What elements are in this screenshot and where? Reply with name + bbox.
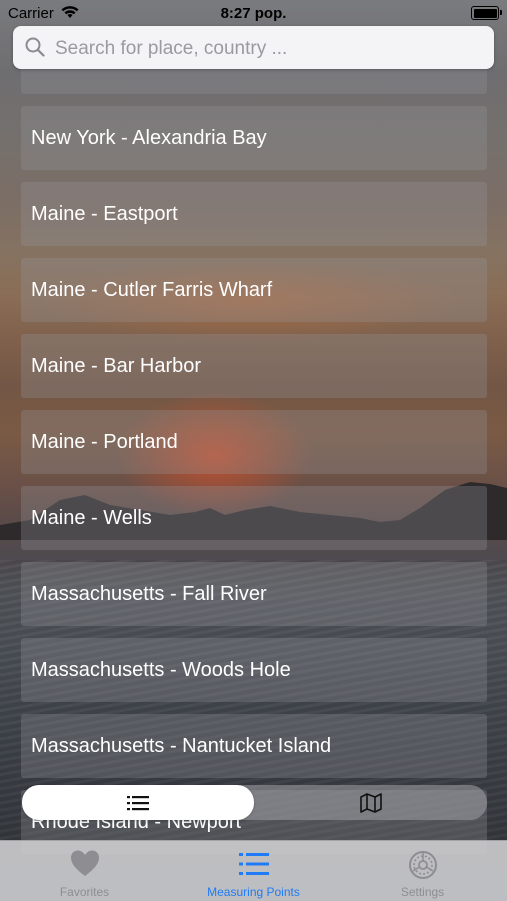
list-item-label: Maine - Bar Harbor (31, 354, 202, 377)
tab-measuring-points[interactable]: Measuring Points (169, 841, 338, 901)
clock: 8:27 pop. (220, 5, 287, 22)
list-item[interactable]: Maine - Cutler Farris Wharf (21, 258, 487, 322)
tab-settings[interactable]: Settings (338, 841, 507, 901)
list-item[interactable]: Maine - Portland (21, 410, 487, 474)
list-item-label: Massachusetts - Fall River (31, 582, 267, 605)
list-item-label: Maine - Cutler Farris Wharf (31, 278, 273, 301)
list-item[interactable]: Maine - Wells (21, 486, 487, 550)
list-item[interactable]: Massachusetts - Woods Hole (21, 638, 487, 702)
map-view-option[interactable] (255, 785, 487, 820)
list-item-label: Massachusetts - Nantucket Island (31, 734, 332, 757)
heart-icon (70, 850, 99, 876)
list-item[interactable]: Massachusetts - Nantucket Island (21, 714, 487, 778)
battery-icon (471, 6, 502, 20)
search-icon (25, 37, 45, 57)
list-item-label: Maine - Wells (31, 506, 152, 529)
tab-label: Measuring Points (207, 885, 300, 899)
list-view-option[interactable] (22, 785, 254, 820)
tab-label: Favorites (59, 885, 110, 899)
tab-bar: Favorites Measuring Points Settings (0, 840, 507, 901)
search-bar[interactable] (13, 26, 494, 71)
list-icon (238, 853, 269, 875)
map-icon (360, 792, 382, 813)
list-item-label: Massachusetts - Woods Hole (31, 658, 291, 681)
list-item[interactable]: New York - Alexandria Bay (21, 106, 487, 170)
gear-icon (408, 851, 437, 879)
list-item[interactable]: Maine - Eastport (21, 182, 487, 246)
list-item-label: Maine - Portland (31, 430, 178, 453)
tab-label: Settings (400, 885, 445, 899)
list-icon (127, 795, 149, 810)
tab-favorites[interactable]: Favorites (0, 841, 169, 901)
status-bar: Carrier 8:27 pop. (0, 0, 507, 26)
list-item-label: New York - Alexandria Bay (31, 126, 267, 149)
search-input[interactable] (53, 26, 487, 71)
list-item[interactable]: Maine - Bar Harbor (21, 334, 487, 398)
list-item-label: Maine - Eastport (31, 202, 178, 225)
list-item[interactable]: Massachusetts - Fall River (21, 562, 487, 626)
view-switch[interactable] (22, 785, 487, 820)
